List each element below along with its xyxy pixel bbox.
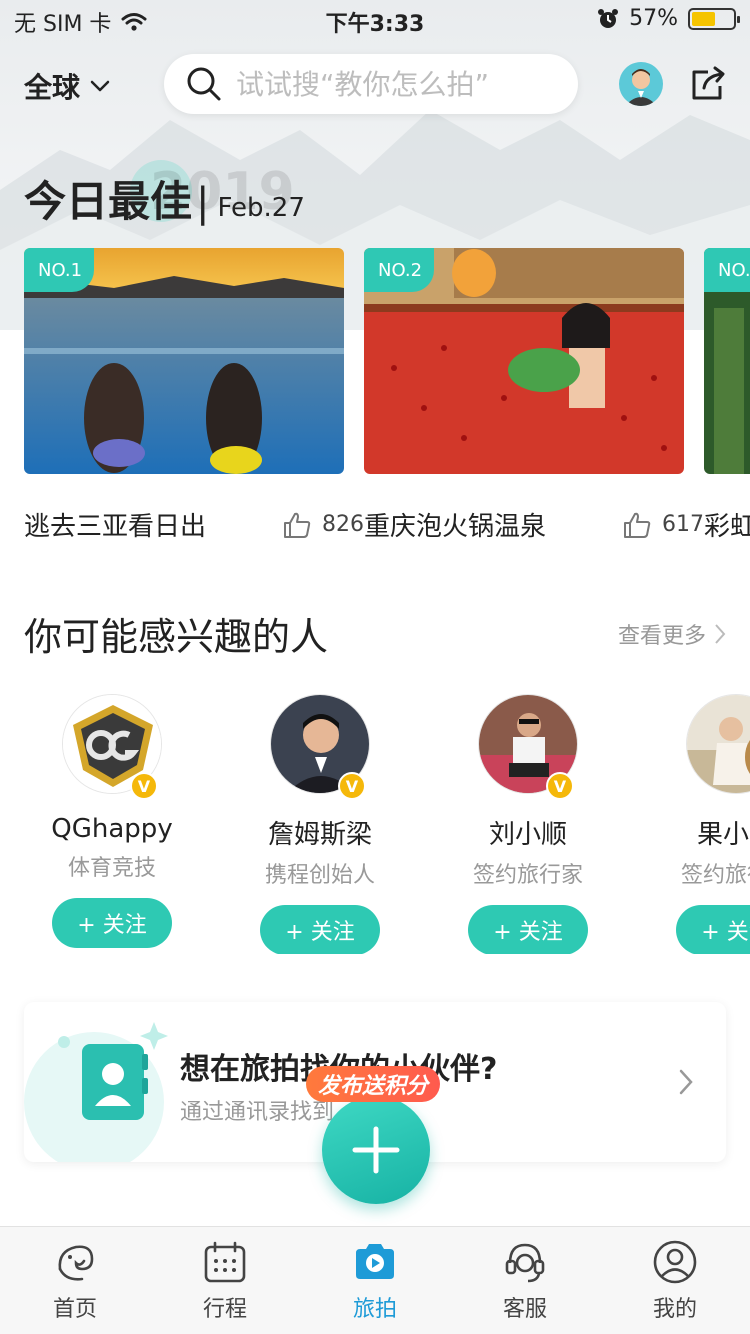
battery-level — [692, 11, 715, 26]
person-card[interactable]: V QGhappy 体育竞技 + 关注 — [22, 694, 202, 948]
person-name: 刘小顺 — [488, 820, 567, 850]
follow-button[interactable]: + 关注 — [260, 905, 380, 954]
rank-badge: NO.1 — [24, 248, 94, 292]
follow-button[interactable]: + 关注 — [52, 898, 172, 948]
like-button[interactable]: 617 — [622, 510, 704, 540]
verified-badge: V — [546, 772, 574, 800]
person-photo — [687, 695, 750, 793]
tab-label: 客服 — [502, 1297, 547, 1322]
header: 全球 — [0, 52, 750, 116]
chevron-down-icon — [90, 80, 110, 92]
person-card[interactable]: V 詹姆斯梁 携程创始人 + 关注 — [230, 694, 410, 954]
publish-reward-badge: 发布送积分 — [306, 1066, 441, 1102]
tab-label: 首页 — [52, 1297, 97, 1322]
avatar-image — [619, 62, 663, 106]
battery-icon — [688, 7, 740, 30]
avatar[interactable] — [686, 694, 750, 794]
dolphin-icon — [58, 1245, 94, 1281]
verified-badge: V — [338, 772, 366, 800]
verified-badge: V — [130, 772, 158, 800]
thumbs-up-icon — [284, 512, 311, 538]
like-button[interactable]: 826 — [282, 510, 364, 540]
people-carousel[interactable]: V QGhappy 体育竞技 + 关注 V 詹姆斯梁 携程创始人 + 关注 V … — [0, 694, 750, 954]
person-role: 携程创始人 — [264, 863, 375, 888]
region-selector[interactable]: 全球 — [24, 66, 110, 106]
person-card[interactable]: V 刘小顺 签约旅行家 + 关注 — [438, 694, 618, 954]
photo-card-image: NO.2 — [364, 248, 684, 474]
battery-percent: 57% — [629, 6, 678, 31]
tab-customer-service[interactable]: 客服 — [450, 1227, 600, 1334]
status-bar: 无 SIM 卡 下午3:33 57% — [0, 0, 750, 40]
camera-icon — [356, 1244, 394, 1279]
contacts-icon — [24, 1022, 168, 1162]
thumbs-up-icon — [624, 512, 651, 538]
region-label: 全球 — [24, 71, 81, 104]
person-name: 果小姐 — [696, 820, 750, 850]
see-more-link[interactable]: 查看更多 — [618, 618, 726, 650]
person-name: QGhappy — [51, 814, 173, 844]
person-card[interactable]: 果小姐 签约旅行家 + 关注 — [646, 694, 750, 954]
share-icon[interactable] — [688, 64, 728, 104]
person-role: 体育竞技 — [67, 856, 156, 881]
person-role: 签约旅行家 — [472, 863, 583, 888]
tab-label: 我的 — [652, 1297, 697, 1322]
today-best-date: Feb.27 — [217, 193, 305, 223]
photo-card-title: 彩虹 — [704, 512, 750, 542]
follow-button[interactable]: + 关注 — [468, 905, 588, 954]
photo-card-image: NO.1 — [24, 248, 344, 474]
search-input[interactable] — [236, 67, 566, 101]
photo-card-title: 逃去三亚看日出 — [24, 512, 207, 542]
photo-card-meta: 逃去三亚看日出 826 — [24, 506, 364, 543]
photo-card-image: NO.3 — [704, 248, 750, 474]
see-more-label: 查看更多 — [617, 623, 706, 649]
find-friends-subtitle: 通过通讯录找到 — [180, 1100, 335, 1125]
status-right: 57% — [597, 6, 740, 31]
tab-label: 旅拍 — [352, 1297, 397, 1322]
alarm-icon — [598, 8, 619, 28]
chevron-right-icon — [715, 623, 726, 644]
photo-card-meta: 彩虹 — [704, 506, 750, 543]
like-count: 826 — [322, 512, 364, 537]
today-best-title: 今日最佳 — [24, 177, 193, 226]
like-count: 617 — [662, 512, 704, 537]
people-section-title: 你可能感兴趣的人 — [24, 615, 329, 659]
tab-itinerary[interactable]: 行程 — [150, 1227, 300, 1334]
title-separator: | — [196, 180, 210, 226]
person-role: 签约旅行家 — [680, 863, 750, 888]
rank-badge: NO.3 — [704, 248, 750, 292]
search-icon — [187, 67, 221, 101]
person-name: 詹姆斯梁 — [267, 820, 372, 850]
tab-label: 行程 — [202, 1297, 247, 1322]
today-best-heading: 今日最佳 | Feb.27 — [24, 168, 305, 229]
people-section-header: 你可能感兴趣的人 查看更多 — [24, 606, 726, 661]
plus-icon — [352, 1126, 400, 1174]
today-best-carousel[interactable]: NO.1 逃去三亚看日出 826 NO.2 重庆泡火锅温泉 617 NO 彩虹 — [24, 248, 750, 548]
tab-bar: 首页 行程 旅拍 客服 我的 — [0, 1226, 750, 1334]
publish-button[interactable] — [322, 1096, 430, 1204]
tab-home[interactable]: 首页 — [0, 1227, 150, 1334]
calendar-icon — [204, 1241, 246, 1283]
photo-card-title: 重庆泡火锅温泉 — [364, 512, 547, 542]
photo-card[interactable]: NO.1 逃去三亚看日出 826 — [24, 248, 364, 542]
search-bar[interactable] — [164, 54, 578, 114]
rank-badge: NO.2 — [364, 248, 434, 292]
tab-profile[interactable]: 我的 — [600, 1227, 750, 1334]
user-icon — [653, 1240, 697, 1284]
chevron-right-icon — [679, 1069, 693, 1095]
photo-card-meta: 重庆泡火锅温泉 617 — [364, 506, 704, 543]
photo-card[interactable]: NO.2 重庆泡火锅温泉 617 — [364, 248, 704, 542]
follow-button[interactable]: + 关注 — [676, 905, 750, 954]
tab-travel-photo[interactable]: 旅拍 — [300, 1227, 450, 1334]
photo-card[interactable]: NO.3 彩虹 — [704, 248, 750, 542]
user-avatar[interactable] — [619, 62, 663, 106]
headset-icon — [505, 1243, 545, 1283]
